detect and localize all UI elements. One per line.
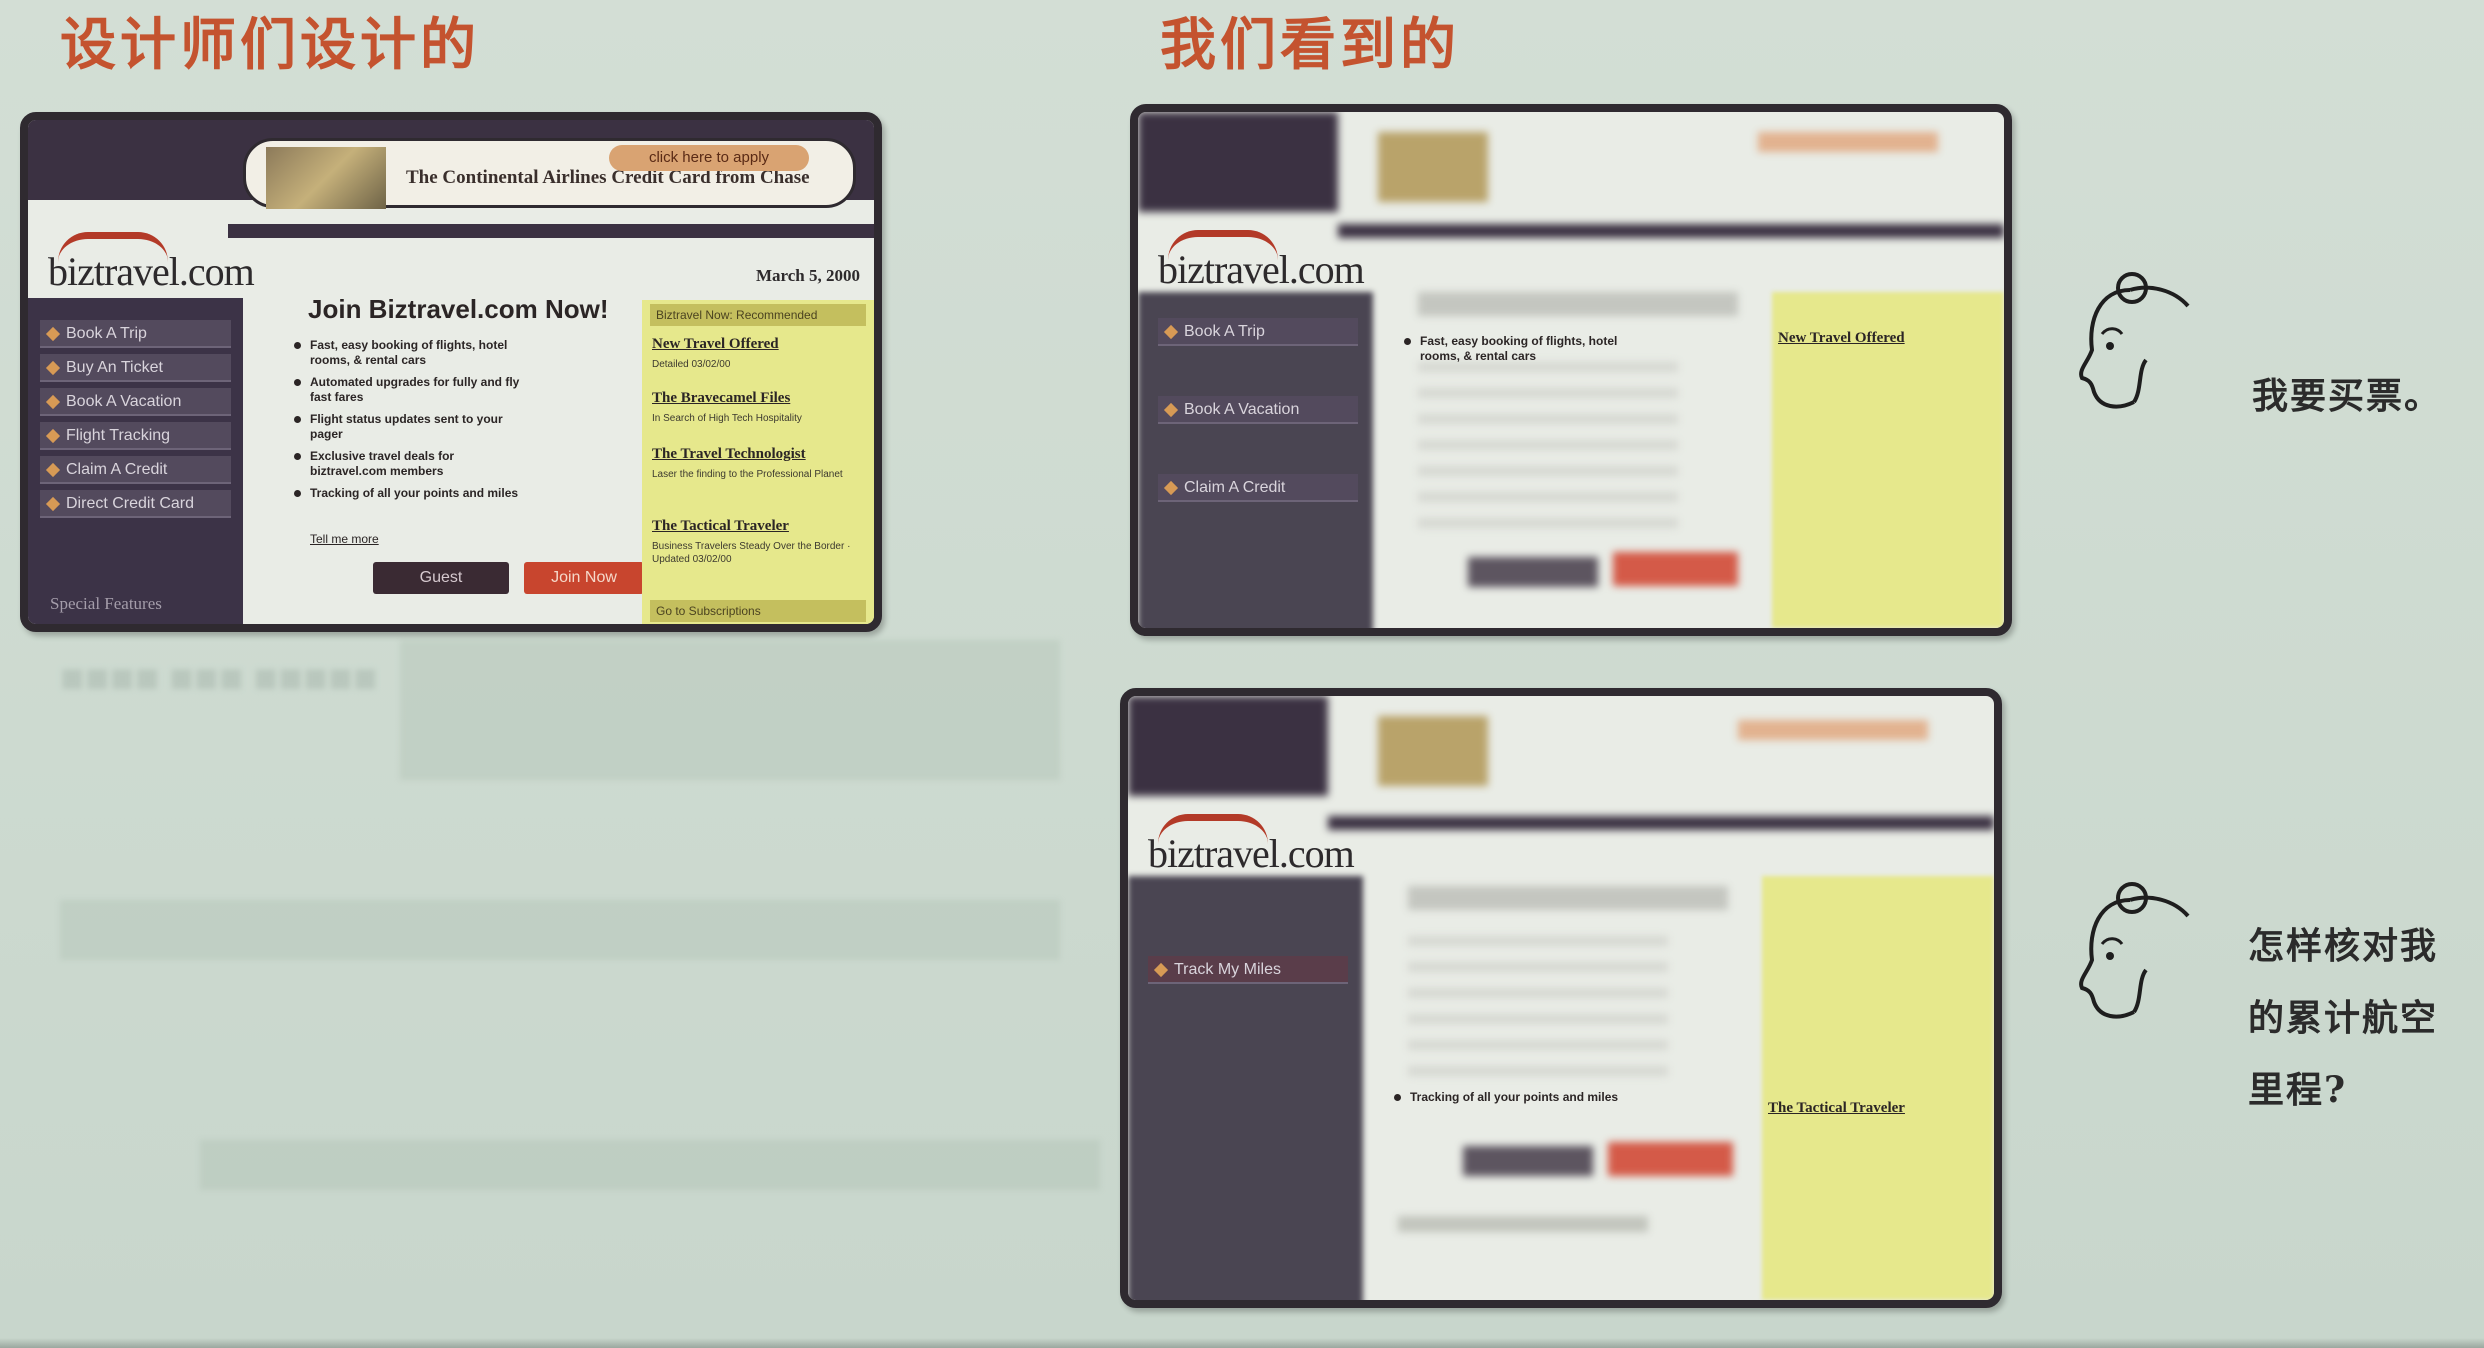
join-title: Join Biztravel.com Now!	[308, 294, 609, 324]
sidebar-item-flight-tracking[interactable]: Flight Tracking	[40, 422, 231, 450]
news-column	[1762, 876, 1994, 1300]
thought-line: 里程?	[2248, 1069, 2348, 1111]
news-link[interactable]: New Travel Offered	[1778, 330, 1905, 347]
heading-designer: 设计师们设计的	[60, 13, 480, 78]
title-blur	[1418, 292, 1738, 316]
book-page: ◼◼◼◼ ◼◼◼ ◼◼◼◼◼ 设计师们设计的 我们看到的 The Contine…	[0, 0, 2484, 1348]
list-item: Fast, easy booking of flights, hotel roo…	[1400, 334, 1640, 364]
apply-button[interactable]: click here to apply	[609, 145, 809, 171]
banner-button-blur	[1758, 132, 1938, 152]
news-sub: Business Travelers Steady Over the Borde…	[652, 541, 851, 565]
logo-swoosh	[1158, 814, 1268, 844]
heading-users: 我们看到的	[1160, 13, 1460, 78]
title-blur	[1408, 886, 1728, 910]
list-item: Fast, easy booking of flights, hotel roo…	[290, 338, 530, 368]
news-column: Biztravel Now: Recommended New Travel Of…	[642, 300, 874, 624]
news-sub: In Search of High Tech Hospitality	[652, 413, 802, 424]
guest-button-blur	[1468, 557, 1598, 587]
bullets-blur	[1408, 936, 1668, 1086]
footer-text-blur	[1398, 1216, 1648, 1232]
thought-line: 怎样核对我	[2248, 925, 2439, 967]
banner-photo	[266, 147, 386, 209]
face-drawing	[2079, 272, 2190, 409]
page-edge	[0, 1338, 2484, 1348]
guest-button[interactable]: Guest	[373, 562, 509, 594]
ghost-text-block	[400, 640, 1060, 780]
user-face-icon	[2070, 880, 2200, 1030]
sidebar-item-book-trip[interactable]: Book A Trip	[1158, 318, 1358, 346]
header-stripe	[1328, 816, 1994, 830]
site-date: March 5, 2000	[755, 266, 860, 285]
benefits-list: Tracking of all your points and miles	[1390, 1090, 1690, 1112]
bullets-blur	[1418, 362, 1678, 532]
benefits-list: Fast, easy booking of flights, hotel roo…	[290, 338, 530, 508]
news-footer[interactable]: Go to Subscriptions	[650, 600, 866, 622]
sidebar-footer: Special Features	[50, 594, 162, 613]
news-link[interactable]: The Tactical Traveler	[652, 518, 789, 535]
ghost-text-block	[60, 900, 1060, 960]
site-logo[interactable]: biztravel.com	[1148, 814, 1355, 877]
news-link[interactable]: The Travel Technologist	[652, 446, 806, 463]
news-sub: Laser the finding to the Professional Pl…	[652, 469, 843, 480]
sidebar-item-book-trip[interactable]: Book A Trip	[40, 320, 231, 348]
sidebar-item-credit-card[interactable]: Direct Credit Card	[40, 490, 231, 518]
news-header: Biztravel Now: Recommended	[650, 304, 866, 326]
list-item: Flight status updates sent to your pager	[290, 412, 530, 442]
thought-miles: 怎样核对我 的累计航空 里程?	[2248, 910, 2438, 1126]
ghost-text-block	[200, 1140, 1100, 1190]
guest-button-blur	[1463, 1146, 1593, 1176]
news-link[interactable]: The Tactical Traveler	[1768, 1100, 1905, 1117]
logo-swoosh	[58, 232, 168, 262]
designer-screenshot: The Continental Airlines Credit Card fro…	[20, 112, 882, 632]
logo-swoosh	[1168, 230, 1278, 260]
list-item: Tracking of all your points and miles	[1390, 1090, 1690, 1105]
banner-button-blur	[1738, 720, 1928, 740]
benefits-list: Fast, easy booking of flights, hotel roo…	[1400, 334, 1640, 371]
thought-line: 的累计航空	[2248, 997, 2439, 1039]
sidebar-nav	[1128, 876, 1363, 1300]
header-stripe	[1338, 224, 2004, 238]
ad-banner[interactable]: The Continental Airlines Credit Card fro…	[243, 138, 856, 209]
join-button-blur	[1608, 1142, 1733, 1176]
ghost-text: ◼◼◼◼ ◼◼◼ ◼◼◼◼◼	[60, 660, 378, 695]
site-logo[interactable]: biztravel.com	[48, 232, 255, 295]
list-item: Tracking of all your points and miles	[290, 486, 530, 501]
join-button-blur	[1613, 552, 1738, 586]
thought-buy: 我要买票。	[2252, 375, 2443, 417]
sidebar-item-claim-credit[interactable]: Claim A Credit	[40, 456, 231, 484]
join-button[interactable]: Join Now	[524, 562, 644, 594]
sidebar-nav: Book A Trip Buy An Ticket Book A Vacatio…	[28, 298, 243, 624]
news-link[interactable]: The Bravecamel Files	[652, 390, 790, 407]
site-header	[1138, 112, 1338, 212]
header-stripe	[228, 224, 874, 238]
list-item: Exclusive travel deals for biztravel.com…	[290, 449, 530, 479]
sidebar-item-book-vacation[interactable]: Book A Vacation	[1158, 396, 1358, 424]
banner-photo	[1378, 716, 1488, 786]
face-drawing	[2079, 882, 2190, 1019]
site-logo[interactable]: biztravel.com	[1158, 230, 1365, 293]
sidebar-item-track-miles[interactable]: Track My Miles	[1148, 956, 1348, 984]
list-item: Automated upgrades for fully and fly fas…	[290, 375, 530, 405]
sidebar-item-book-vacation[interactable]: Book A Vacation	[40, 388, 231, 416]
news-sub: Detailed 03/02/00	[652, 359, 731, 370]
sidebar-item-buy-ticket[interactable]: Buy An Ticket	[40, 354, 231, 382]
sidebar-item-claim-credit[interactable]: Claim A Credit	[1158, 474, 1358, 502]
site-header	[1128, 696, 1328, 796]
news-link[interactable]: New Travel Offered	[652, 336, 779, 353]
user-view-buy: Book A Trip Book A Vacation Claim A Cred…	[1130, 104, 2012, 636]
user-view-miles: Track My Miles biztravel.com Tracking of…	[1120, 688, 2002, 1308]
banner-photo	[1378, 132, 1488, 202]
more-link[interactable]: Tell me more	[310, 532, 379, 546]
user-face-icon	[2070, 270, 2200, 420]
